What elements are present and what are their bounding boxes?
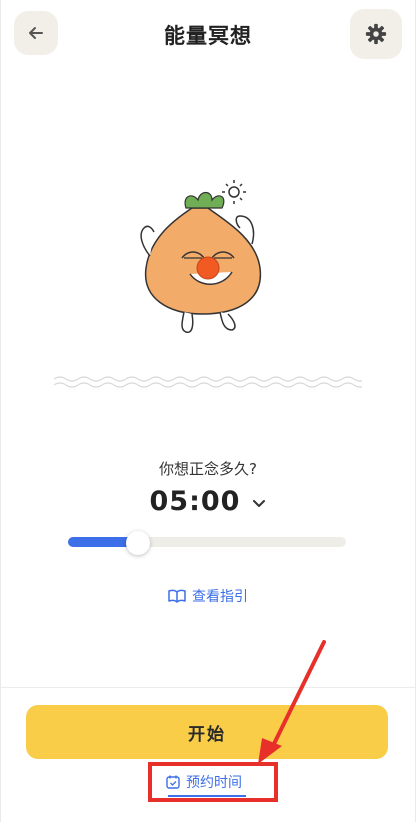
header: 能量冥想 (0, 0, 416, 70)
footer-divider (0, 687, 416, 688)
view-guide-link[interactable]: 查看指引 (0, 586, 416, 606)
gear-icon (365, 23, 387, 45)
chevron-down-icon[interactable] (252, 499, 266, 509)
start-button[interactable]: 开始 (26, 705, 388, 759)
duration-value[interactable]: 05:00 (150, 486, 241, 517)
settings-button[interactable] (350, 9, 402, 59)
slider-thumb[interactable] (126, 531, 150, 555)
annotation-highlight-box (148, 762, 278, 802)
duration-selector[interactable]: 05:00 (0, 486, 416, 517)
book-icon (168, 589, 186, 603)
wave-divider (54, 376, 362, 388)
meditation-page: 能量冥想 你想正念多久? 05:00 查看指引 开始 预约时间 (0, 0, 416, 822)
duration-question: 你想正念多久? (159, 460, 257, 478)
left-edge (0, 0, 1, 822)
annotation-arrow (258, 640, 326, 764)
onion-mascot-illustration (140, 180, 262, 334)
view-guide-label[interactable]: 查看指引 (192, 586, 248, 606)
duration-slider[interactable] (68, 537, 346, 547)
